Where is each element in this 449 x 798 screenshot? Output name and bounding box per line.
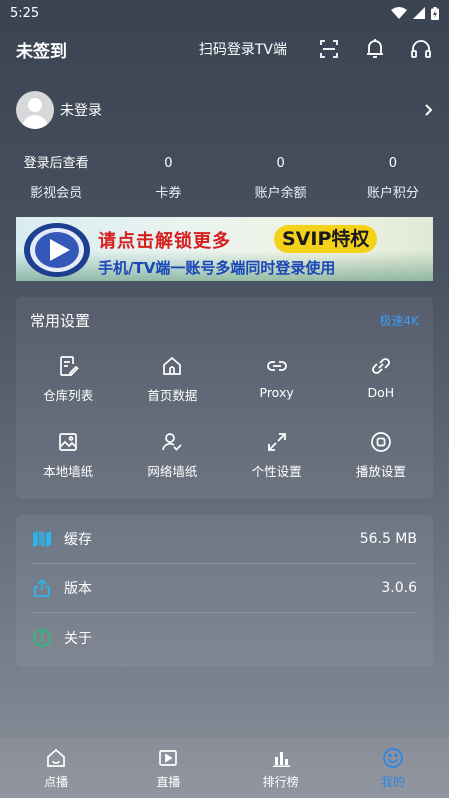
play-icon (159, 749, 178, 766)
status-icons (391, 6, 439, 20)
settings-item-playback[interactable]: 播放设置 (329, 419, 433, 495)
settings-item-label: 播放设置 (355, 464, 406, 479)
battery-icon (431, 6, 439, 20)
settings-item-repo-list[interactable]: 仓库列表 (16, 343, 120, 419)
link-icon (266, 361, 287, 371)
tab-mine[interactable]: 我的 (337, 738, 449, 798)
settings-item-network-wallpaper[interactable]: 网络墙纸 (120, 419, 224, 495)
stat-label: 影视会员 (30, 186, 83, 201)
settings-item-label: 网络墙纸 (147, 464, 198, 479)
bar-chart-icon (272, 751, 290, 767)
smile-icon (382, 747, 403, 768)
image-icon (59, 433, 77, 451)
info-left: 关于 (32, 628, 92, 648)
settings-item-doh[interactable]: DoH (329, 343, 433, 419)
settings-item-personalization[interactable]: 个性设置 (225, 419, 329, 495)
stat-label: 账户余额 (254, 186, 307, 201)
stat-coupons[interactable]: 0 卡券 (112, 154, 224, 201)
settings-grid: 仓库列表 首页数据 Proxy DoH 本地墙纸 网络墙纸 个性设置 播放设置 (16, 343, 433, 495)
signal-icon (413, 7, 425, 19)
avatar (16, 91, 54, 129)
user-name: 未登录 (60, 103, 102, 119)
info-left: 版本 (32, 578, 92, 598)
settings-item-label: Proxy (259, 385, 294, 400)
version-label: 版本 (64, 581, 92, 597)
expand-arrows-icon (267, 433, 286, 451)
about-row[interactable]: 关于 (32, 613, 417, 662)
settings-item-label: 首页数据 (147, 388, 198, 403)
sign-in-status-button[interactable]: 未签到 (16, 37, 67, 62)
stat-balance[interactable]: 0 账户余额 (225, 154, 337, 201)
home-icon (163, 356, 182, 375)
settings-item-label: DoH (367, 385, 395, 400)
stat-vip[interactable]: 登录后查看 影视会员 (0, 154, 112, 201)
tab-live[interactable]: 直播 (112, 738, 224, 798)
settings-item-label: 仓库列表 (43, 388, 94, 403)
tab-ranking[interactable]: 排行榜 (225, 738, 337, 798)
stat-value: 0 (388, 156, 398, 171)
about-label: 关于 (64, 630, 92, 647)
settings-item-local-wallpaper[interactable]: 本地墙纸 (16, 419, 120, 495)
cache-value: 56.5 MB (359, 531, 417, 547)
tab-vod[interactable]: 点播 (0, 738, 112, 798)
user-login-row[interactable]: 未登录 (0, 90, 449, 130)
bell-icon[interactable] (363, 37, 387, 61)
banner-headline: 请点击解锁更多 (98, 231, 231, 252)
cache-row[interactable]: 缓存 56.5 MB (32, 515, 417, 564)
fast-4k-link[interactable]: 极速4K (379, 312, 419, 329)
headset-icon[interactable] (409, 37, 433, 61)
info-icon (33, 628, 51, 647)
nav-label: 直播 (156, 774, 181, 789)
banner-svip-badge: SVIP特权 (274, 225, 378, 253)
stat-label: 卡券 (155, 186, 182, 201)
header: 未签到 扫码登录TV端 (0, 26, 449, 72)
wifi-icon (391, 7, 407, 19)
settings-item-home-data[interactable]: 首页数据 (120, 343, 224, 419)
status-bar: 5:25 (0, 0, 449, 26)
settings-item-label: 本地墙纸 (43, 464, 94, 479)
record-icon (371, 432, 391, 452)
account-stats: 登录后查看 影视会员 0 卡券 0 账户余额 0 账户积分 (0, 154, 449, 201)
bottom-nav: 点播 直播 排行榜 我的 (0, 738, 449, 798)
version-row[interactable]: 版本 3.0.6 (32, 564, 417, 613)
common-settings-card: 常用设置 极速4K 仓库列表 首页数据 Proxy DoH 本地墙纸 网络墙纸 (16, 297, 433, 499)
chevron-right-icon (425, 104, 433, 116)
status-time: 5:25 (10, 5, 40, 21)
settings-item-label: 个性设置 (251, 464, 302, 479)
nav-label: 排行榜 (262, 774, 299, 789)
scan-login-tv-link[interactable]: 扫码登录TV端 (199, 39, 287, 59)
banner-subline: 手机/TV端一账号多端同时登录使用 (98, 259, 336, 277)
stat-label: 账户积分 (366, 186, 419, 201)
scan-icon[interactable] (317, 37, 341, 61)
cache-label: 缓存 (64, 532, 92, 548)
settings-title: 常用设置 (30, 311, 91, 330)
info-left: 缓存 (32, 529, 92, 549)
stat-value: 0 (164, 156, 173, 171)
stat-points[interactable]: 0 账户积分 (337, 154, 449, 201)
play-logo-icon (24, 223, 90, 277)
stat-value: 登录后查看 (23, 156, 89, 171)
chain-icon (371, 358, 390, 374)
stat-value: 0 (276, 156, 285, 171)
app-info-card: 缓存 56.5 MB 版本 3.0.6 关于 (16, 515, 433, 667)
settings-header: 常用设置 极速4K (16, 307, 433, 333)
share-upload-icon (34, 578, 50, 597)
map-icon (33, 531, 51, 547)
home-tv-icon (47, 748, 65, 767)
user-info: 未登录 (16, 91, 102, 129)
svip-promo-banner[interactable]: 请点击解锁更多 SVIP特权 手机/TV端一账号多端同时登录使用 (16, 217, 433, 281)
nav-label: 点播 (44, 774, 69, 789)
document-edit-icon (60, 356, 79, 376)
version-value: 3.0.6 (381, 580, 417, 596)
header-actions: 扫码登录TV端 (199, 37, 433, 61)
settings-item-proxy[interactable]: Proxy (225, 343, 329, 419)
user-check-icon (162, 433, 182, 451)
nav-label: 我的 (380, 774, 405, 789)
